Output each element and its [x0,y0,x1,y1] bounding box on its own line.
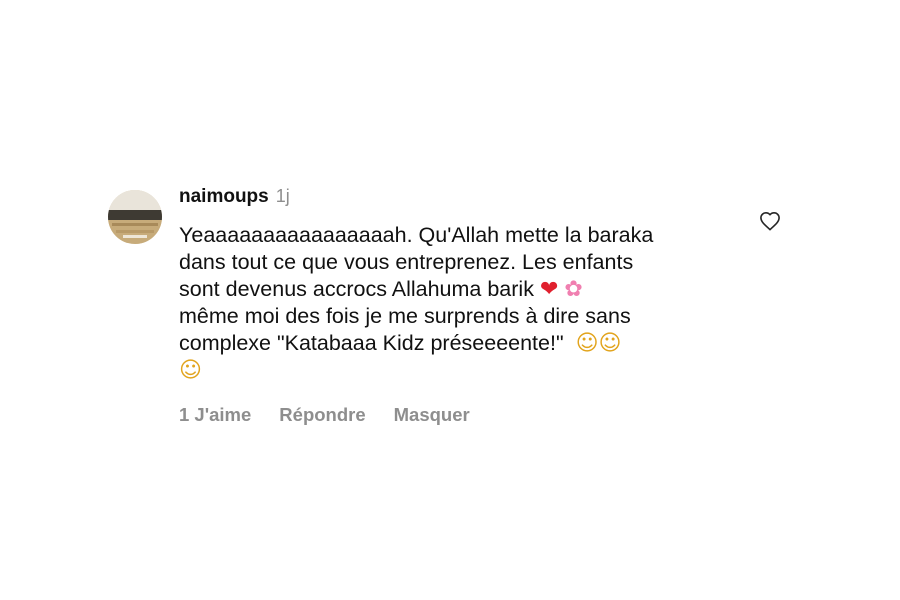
comment-line-1: Yeaaaaaaaaaaaaaaaah. Qu'Allah mette la b… [179,223,654,247]
comment-actions: 1 J'aime Répondre Masquer [179,404,724,426]
comment-line-4: même moi des fois je me surprends à dire… [179,304,631,328]
laughing-emoji: ☺ [179,358,202,383]
cherry-blossom-emoji: ✿ [564,277,583,302]
timestamp[interactable]: 1j [276,186,290,207]
comment-line-5: complexe "Katabaaa Kidz préseeeente!" [179,331,564,355]
likes-count-button[interactable]: 1 J'aime [179,404,251,426]
avatar[interactable] [108,190,162,244]
laughing-emoji: ☺ [598,331,622,356]
reply-button[interactable]: Répondre [279,404,365,426]
comment-meta: naimoups 1j [179,186,724,214]
laughing-emoji: ☺ [575,331,599,356]
avatar-image [108,190,162,244]
comment-line-3: sont devenus accrocs Allahuma barik [179,277,534,301]
red-heart-emoji: ❤ [539,277,559,302]
hide-button[interactable]: Masquer [394,404,470,426]
username[interactable]: naimoups [179,186,269,208]
comment-line-2: dans tout ce que vous entreprenez. Les e… [179,250,634,274]
comment-body: naimoups 1j Yeaaaaaaaaaaaaaaaah. Qu'Alla… [179,186,724,426]
heart-outline-icon[interactable] [759,211,781,231]
comment-text: Yeaaaaaaaaaaaaaaaah. Qu'Allah mette la b… [179,222,724,384]
